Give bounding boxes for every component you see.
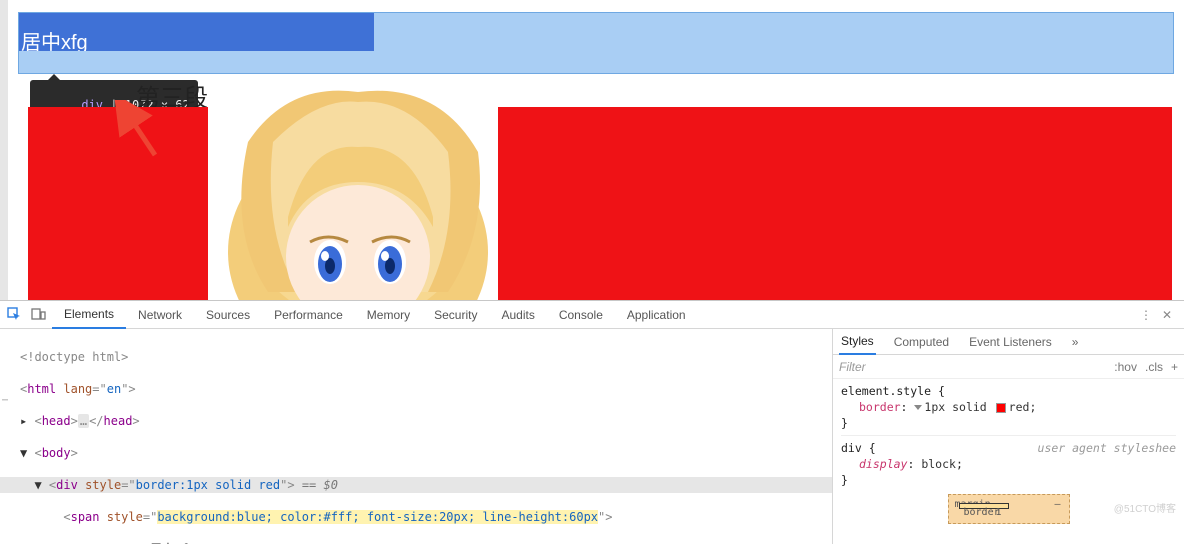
tab-elements[interactable]: Elements [52,301,126,329]
styles-filter-input[interactable]: Filter [839,360,1114,374]
devtools-tabbar: Elements Network Sources Performance Mem… [0,301,1184,329]
tab-memory[interactable]: Memory [355,302,422,328]
more-icon[interactable]: ⋮ [1140,308,1152,322]
red-background-div [28,107,1172,300]
rule-source-ua: user agent styleshee [1038,440,1176,456]
dom-doctype: <!doctype html> [20,350,128,364]
tab-network[interactable]: Network [126,302,194,328]
dom-eq0: == $0 [295,478,338,492]
styles-tab-computed[interactable]: Computed [892,330,951,354]
watermark: @51CTO博客 [1114,500,1176,515]
tab-application[interactable]: Application [615,302,698,328]
anime-image [208,82,498,300]
hov-toggle[interactable]: :hov [1114,360,1137,374]
styles-tabbar: Styles Computed Event Listeners » [833,329,1184,355]
devtools-panel: Elements Network Sources Performance Mem… [0,300,1184,544]
add-rule-button[interactable]: + [1171,360,1178,374]
tab-audits[interactable]: Audits [489,302,546,328]
styles-more-icon[interactable]: » [1072,335,1079,349]
styles-rules[interactable]: element.style { border: 1px solid red; }… [833,379,1184,544]
rule-element-style: element.style [841,384,931,398]
device-toggle-icon[interactable] [28,305,48,325]
styles-tab-styles[interactable]: Styles [839,329,876,355]
inspect-icon[interactable] [4,305,24,325]
dom-tree[interactable]: <!doctype html> <html lang="en"> ▸ <head… [0,329,832,544]
styles-tab-eventlisteners[interactable]: Event Listeners [967,330,1054,354]
color-swatch-red[interactable] [996,403,1006,413]
inspected-div-highlight: 居中xfg [18,12,1174,74]
rendered-page: 居中xfg div | 1072 × 62 第三段 [0,0,1184,300]
tab-console[interactable]: Console [547,302,615,328]
dom-selected-div-style: border:1px solid red [136,478,281,492]
dom-span-style: background:blue; color:#fff; font-size:2… [157,510,598,524]
centered-span: 居中xfg [19,13,374,51]
rule-div: div [841,441,862,455]
cls-toggle[interactable]: .cls [1145,360,1163,374]
span-text: 居中xfg [21,32,88,51]
close-icon[interactable]: ✕ [1162,308,1172,322]
styles-filter-row: Filter :hov .cls + [833,355,1184,379]
tab-security[interactable]: Security [422,302,489,328]
tab-performance[interactable]: Performance [262,302,355,328]
tab-sources[interactable]: Sources [194,302,262,328]
